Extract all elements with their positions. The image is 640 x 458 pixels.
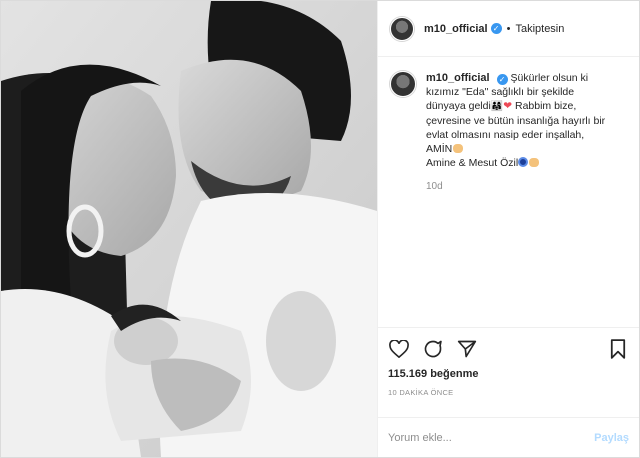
- caption-line-5: evlat olmasını nasip eder inşallah,: [426, 129, 585, 141]
- comment-bar: Paylaş: [378, 417, 639, 457]
- header-separator: •: [506, 22, 511, 35]
- comment-icon[interactable]: [422, 338, 444, 360]
- share-icon[interactable]: [456, 338, 478, 360]
- caption-line-1: Şükürler olsun ki: [510, 72, 589, 84]
- heart-outline-icon[interactable]: [388, 338, 410, 360]
- post-caption: m10_official ✓ Şükürler olsun ki kızımız …: [378, 57, 639, 327]
- caption-line-3b: Rabbim bize,: [512, 100, 577, 112]
- family-photo-image: [1, 1, 377, 457]
- verified-badge-icon: ✓: [490, 23, 502, 34]
- bookmark-icon[interactable]: [607, 338, 629, 360]
- red-heart-icon: ❤: [503, 100, 513, 112]
- caption-line-2: kızımız "Eda" sağlıklı bir şekilde: [426, 86, 575, 98]
- header-username[interactable]: m10_official: [424, 23, 488, 35]
- caption-time-ago: 10d: [426, 181, 443, 192]
- caption-line-4: çevresine ve bütün insanlığa hayırlı bir: [426, 115, 606, 127]
- action-icons: [388, 336, 629, 362]
- praying-hands-icon-2: [529, 158, 540, 167]
- caption-body: m10_official ✓ Şükürler olsun ki kızımız …: [426, 71, 605, 327]
- instagram-post: m10_official ✓ • Takiptesin m10_official…: [0, 0, 640, 458]
- praying-hands-icon: [453, 144, 464, 153]
- caption-avatar[interactable]: [390, 71, 416, 97]
- post-comment-button[interactable]: Paylaş: [594, 432, 629, 444]
- evil-eye-icon: [518, 157, 529, 167]
- follow-status[interactable]: Takiptesin: [515, 23, 564, 35]
- post-timestamp: 10 DAKİKA ÖNCE: [388, 388, 454, 397]
- post-photo[interactable]: [1, 1, 377, 457]
- profile-avatar[interactable]: [390, 16, 414, 41]
- post-header: m10_official ✓ • Takiptesin: [378, 1, 639, 57]
- caption-line-3: dünyaya geldi: [426, 100, 491, 112]
- family-emoji-icon: 👨‍👩‍👧: [490, 101, 504, 112]
- caption-verified-badge-icon: ✓: [496, 74, 508, 85]
- likes-count[interactable]: 115.169 beğenme: [388, 368, 629, 380]
- comment-input[interactable]: [388, 431, 595, 444]
- caption-line-7: Amine & Mesut Özil: [426, 157, 519, 169]
- caption-line-6: AMİN: [426, 143, 453, 155]
- post-side-panel: m10_official ✓ • Takiptesin m10_official…: [377, 1, 639, 457]
- caption-username[interactable]: m10_official: [426, 72, 490, 84]
- post-actions: 115.169 beğenme 10 DAKİKA ÖNCE: [378, 327, 639, 417]
